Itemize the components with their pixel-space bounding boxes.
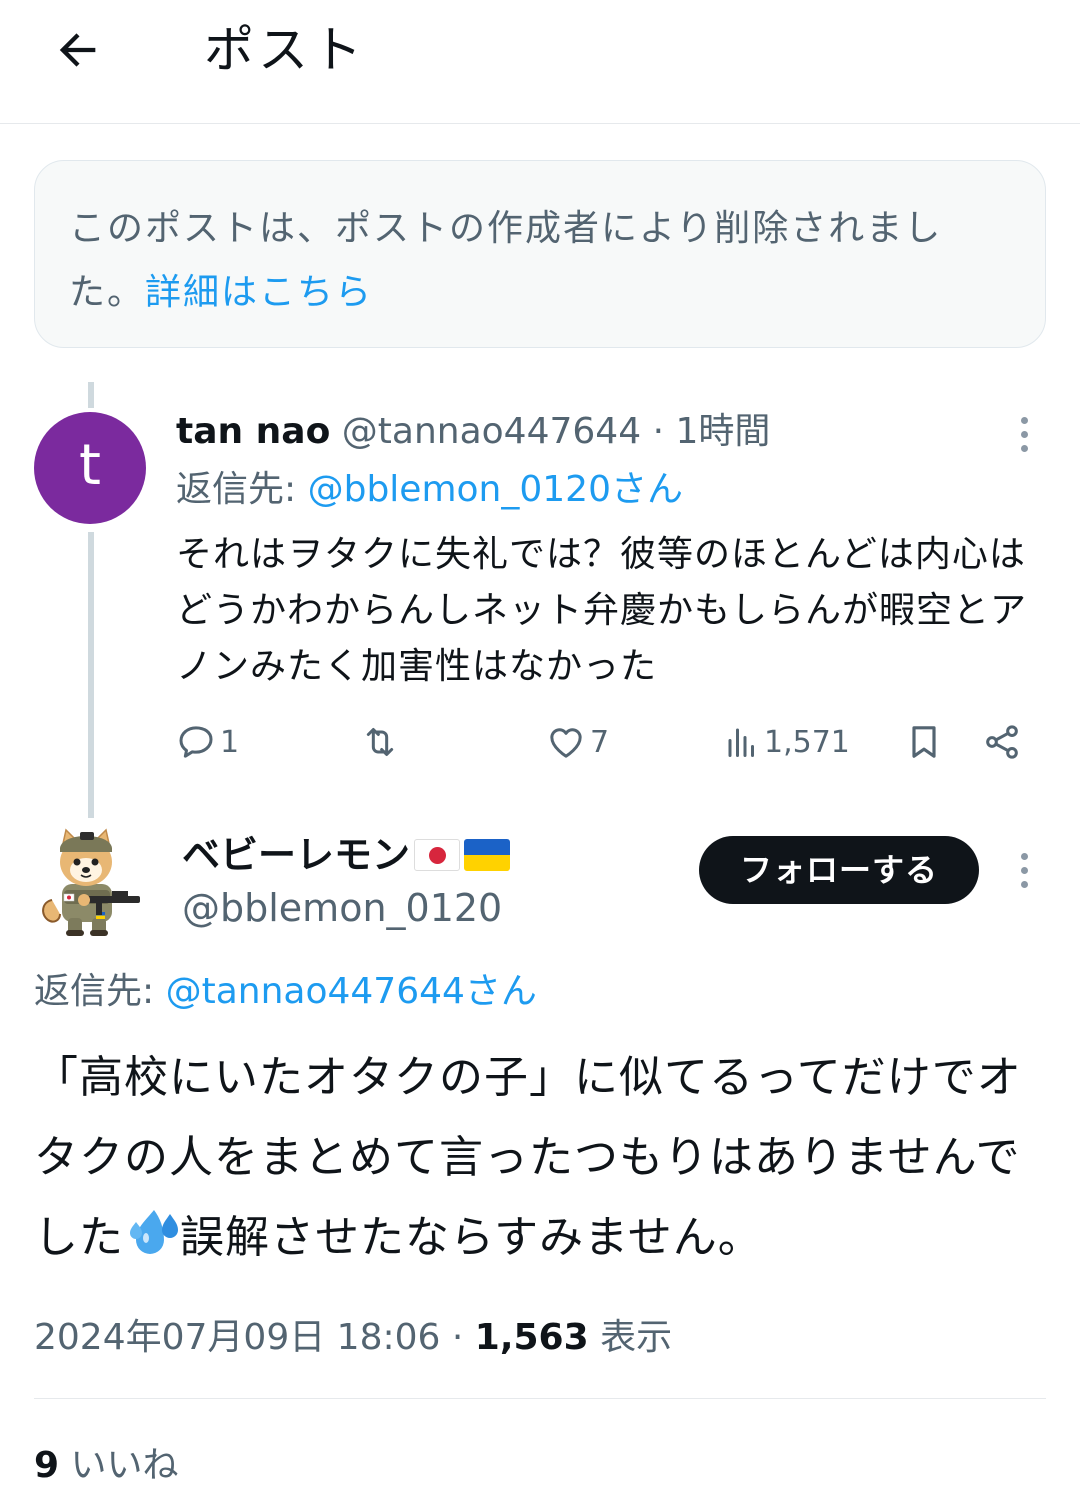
analytics-icon (728, 728, 754, 757)
repost-icon (366, 728, 394, 756)
more-options-button[interactable] (1004, 404, 1044, 464)
reply-to-link[interactable]: @tannao447644さん (166, 971, 537, 1012)
author-handle[interactable]: @tannao447644 (342, 411, 641, 452)
avatar-bblemon[interactable] (34, 818, 146, 938)
divider (34, 1398, 1046, 1399)
follow-button[interactable]: フォローする (699, 836, 979, 904)
reply-count: 1 (220, 724, 240, 760)
top-bar: ポスト (0, 0, 1080, 124)
post-time: · 1時間 (652, 411, 771, 452)
main-reply-to-line: 返信先: @tannao447644さん (34, 968, 537, 1016)
shiba-soldier-avatar-icon (42, 828, 140, 936)
avatar-tannao[interactable]: t (34, 412, 146, 524)
back-button[interactable] (46, 18, 110, 82)
view-count: 1,563 (474, 1317, 589, 1358)
share-icon (986, 725, 1018, 759)
sweat-droplets-icon (130, 1210, 178, 1254)
likes-summary[interactable]: 9 いいね (34, 1442, 179, 1490)
reply-button[interactable]: 1 (176, 712, 239, 772)
bookmark-button[interactable] (904, 712, 944, 772)
tweet-action-bar: 1 7 1,571 (176, 712, 1036, 772)
thread-line-top (88, 382, 94, 408)
more-dot-icon (1020, 866, 1028, 874)
like-button[interactable]: 7 (546, 712, 609, 772)
tweet-text: それはヲタクに失礼では？彼等のほとんどは内心はどうかわからんしネット弁慶かもしら… (176, 534, 1028, 687)
more-options-button[interactable] (1004, 840, 1044, 900)
arrow-left-icon (59, 33, 96, 67)
post-timestamp-row: 2024年07月09日 18:06 · 1,563 表示 (34, 1314, 672, 1362)
share-button[interactable] (982, 712, 1022, 772)
likes-label: いいね (70, 1445, 179, 1486)
bookmark-icon (912, 726, 936, 758)
post-timestamp[interactable]: 2024年07月09日 18:06 · (34, 1317, 463, 1358)
more-dot-icon (1020, 416, 1028, 424)
tweet-author-row: tan nao @tannao447644 · 1時間 (176, 408, 770, 456)
main-tweet-text: 「高校にいたオタクの子」に似てるってだけでオタクの人をまとめて言ったつもりはあり… (34, 1038, 1050, 1278)
author-display-name: ベビーレモン (182, 833, 411, 877)
more-dot-icon (1020, 852, 1028, 860)
main-author-name[interactable]: ベビーレモン (182, 830, 511, 880)
japan-flag-icon (414, 839, 461, 871)
page-title: ポスト (204, 21, 366, 79)
reply-to-label: 返信先: (34, 971, 155, 1012)
main-text-part2: 誤解させたならすみません。 (180, 1212, 763, 1263)
thread-line (88, 532, 94, 818)
more-dot-icon (1020, 444, 1028, 452)
deleted-post-notice: このポストは、ポストの作成者により削除されました。詳細はこちら (34, 160, 1046, 348)
like-count: 7 (590, 724, 610, 760)
more-dot-icon (1020, 430, 1028, 438)
reply-to-line: 返信先: @bblemon_0120さん (176, 466, 683, 514)
likes-count: 9 (34, 1445, 60, 1486)
main-author-handle[interactable]: @bblemon_0120 (182, 884, 502, 932)
more-dot-icon (1020, 880, 1028, 888)
views-button[interactable]: 1,571 (724, 712, 850, 772)
reply-to-link[interactable]: @bblemon_0120さん (308, 469, 683, 510)
reply-to-label: 返信先: (176, 469, 297, 510)
heart-icon (550, 728, 582, 758)
ukraine-flag-icon (464, 839, 511, 871)
reply-icon (179, 726, 213, 758)
repost-button[interactable] (358, 712, 406, 772)
details-link[interactable]: 詳細はこちら (145, 272, 373, 313)
author-name[interactable]: tan nao (176, 411, 330, 452)
views-count: 1,571 (764, 724, 850, 760)
view-label: 表示 (600, 1317, 673, 1358)
